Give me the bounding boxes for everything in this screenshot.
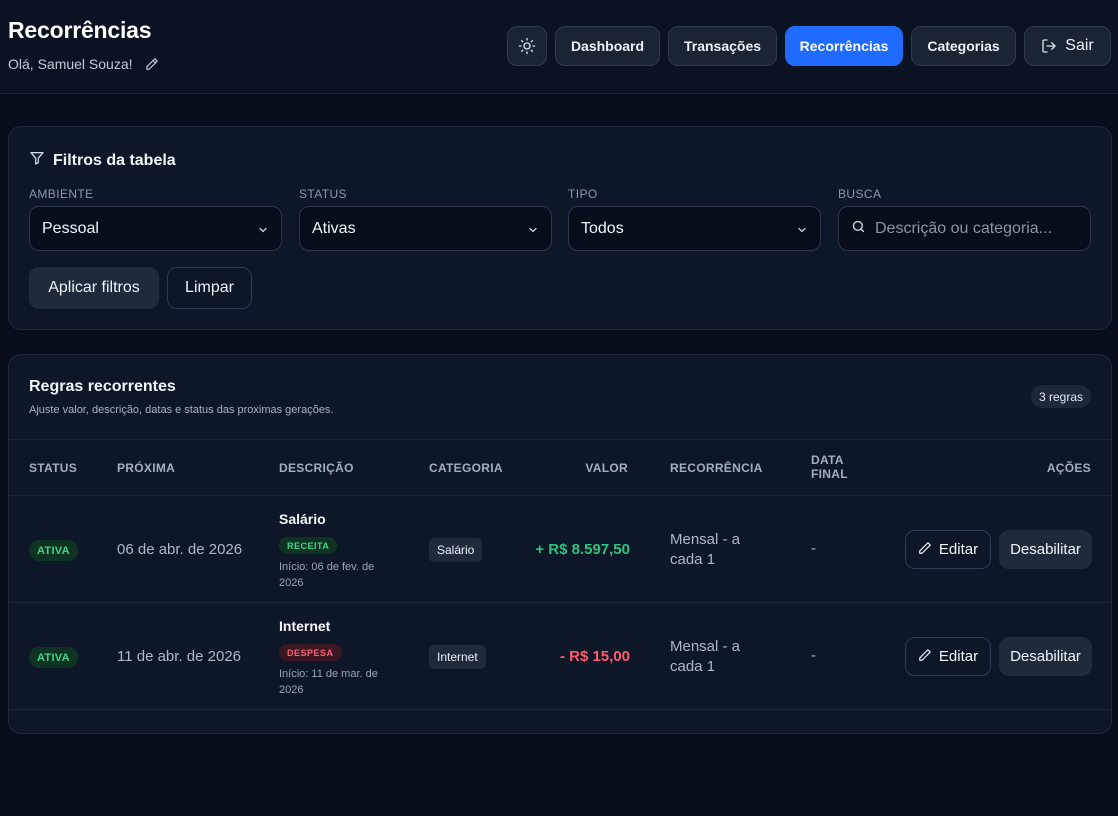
greeting-text: Olá, Samuel Souza! (8, 56, 133, 72)
top-header: Recorrências Olá, Samuel Souza! Dashboar… (0, 0, 1118, 94)
start-date: Início: 11 de mar. de 2026 (279, 668, 378, 696)
amount-value: - R$ 15,00 (559, 648, 630, 665)
main-nav: Dashboard Transações Recorrências Catego… (507, 26, 1111, 66)
recurring-rules-card: Regras recorrentes Ajuste valor, descriç… (8, 354, 1113, 734)
start-date: Início: 06 de fev. de 2026 (279, 561, 375, 589)
logout-button[interactable]: Sair (1024, 26, 1111, 66)
end-date: - (811, 647, 816, 664)
filters-heading: Filtros da tabela (29, 150, 176, 171)
status-value: Ativas (312, 219, 356, 237)
category-badge: Salário (429, 538, 483, 562)
pencil-icon (918, 541, 932, 559)
col-categoria: CATEGORIA (429, 461, 503, 475)
rules-title: Regras recorrentes (29, 378, 176, 395)
rules-count-badge: 3 regras (1030, 385, 1091, 408)
disable-button[interactable]: Desabilitar (999, 530, 1092, 569)
status-badge: ATIVA (29, 540, 78, 561)
type-badge: RECEITA (279, 537, 338, 554)
sun-icon (518, 37, 536, 55)
edit-label: Editar (938, 648, 979, 665)
recurrence-text: Mensal - a cada 1 (670, 638, 741, 675)
nav-recorrencias-button[interactable]: Recorrências (785, 26, 903, 66)
filters-title: Filtros da tabela (53, 151, 176, 169)
chevron-down-icon (796, 223, 808, 241)
ambiente-value: Pessoal (42, 219, 99, 237)
next-date: 11 de abr. de 2026 (117, 648, 241, 665)
filters-card: Filtros da tabela AMBIENTE Pessoal STATU… (8, 126, 1112, 330)
col-recorrencia: RECORRÊNCIA (670, 461, 763, 475)
col-data-final: DATA FINAL (811, 453, 848, 481)
description-title: Internet (279, 618, 331, 634)
disable-button[interactable]: Desabilitar (999, 637, 1092, 676)
status-label: STATUS (299, 187, 347, 201)
amount-value: + R$ 8.597,50 (535, 541, 630, 558)
col-status: STATUS (29, 461, 78, 475)
edit-name-pencil-icon[interactable] (145, 57, 159, 71)
end-date: - (811, 540, 816, 557)
col-valor: VALOR (585, 461, 628, 475)
recurrence-text: Mensal - a cada 1 (670, 531, 741, 568)
pencil-icon (918, 648, 932, 666)
nav-dashboard-button[interactable]: Dashboard (555, 26, 660, 66)
logout-label: Sair (1065, 37, 1094, 54)
category-badge: Internet (429, 645, 486, 669)
next-date: 06 de abr. de 2026 (117, 541, 243, 558)
status-select[interactable]: Ativas (299, 206, 552, 251)
edit-label: Editar (938, 541, 979, 558)
search-field[interactable] (838, 206, 1091, 251)
page-title: Recorrências (8, 17, 152, 43)
clear-filters-button[interactable]: Limpar (167, 267, 252, 309)
theme-toggle-button[interactable] (507, 26, 547, 66)
ambiente-select[interactable]: Pessoal (29, 206, 282, 251)
rules-subtitle: Ajuste valor, descrição, datas e status … (29, 404, 334, 416)
user-greeting: Olá, Samuel Souza! (8, 56, 159, 72)
col-descricao: DESCRIÇÃO (279, 461, 354, 475)
table-row: ATIVA 06 de abr. de 2026 Salário RECEITA… (9, 495, 1113, 602)
tipo-value: Todos (581, 219, 624, 237)
table-divider (9, 439, 1111, 440)
nav-transacoes-button[interactable]: Transações (668, 26, 777, 66)
logout-icon (1041, 38, 1057, 54)
edit-button[interactable]: Editar (905, 530, 991, 569)
status-badge: ATIVA (29, 647, 78, 668)
filter-icon (29, 150, 45, 171)
description-title: Salário (279, 511, 326, 527)
table-row (9, 709, 1113, 816)
table-row: ATIVA 11 de abr. de 2026 Internet DESPES… (9, 602, 1113, 709)
edit-button[interactable]: Editar (905, 637, 991, 676)
search-icon (851, 219, 866, 239)
nav-categorias-button[interactable]: Categorias (911, 26, 1016, 66)
chevron-down-icon (257, 223, 269, 241)
col-proxima: PRÓXIMA (117, 461, 176, 475)
chevron-down-icon (527, 223, 539, 241)
tipo-select[interactable]: Todos (568, 206, 821, 251)
search-input[interactable] (875, 219, 1082, 238)
ambiente-label: AMBIENTE (29, 187, 94, 201)
apply-filters-button[interactable]: Aplicar filtros (29, 267, 159, 309)
tipo-label: TIPO (568, 187, 598, 201)
busca-label: BUSCA (838, 187, 882, 201)
type-badge: DESPESA (279, 644, 342, 661)
col-acoes: AÇÕES (1046, 461, 1091, 475)
